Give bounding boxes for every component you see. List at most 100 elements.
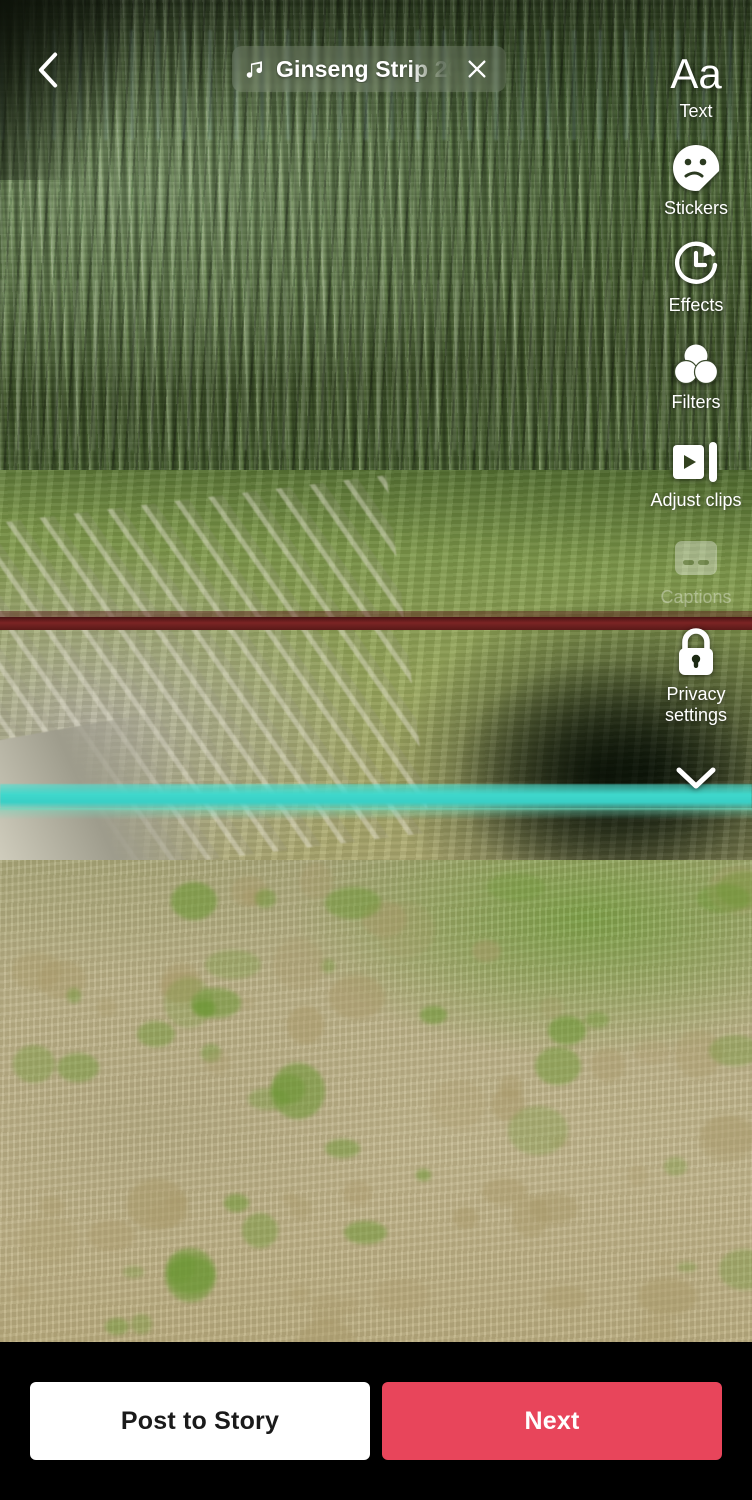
grass-tuft: [677, 1261, 697, 1272]
grass-tuft: [539, 996, 564, 1019]
grass-tuft: [286, 1005, 324, 1044]
rail-item-adjust-clips[interactable]: Adjust clips: [640, 429, 752, 510]
rail-label-text: Text: [679, 101, 713, 121]
grass-tuft: [481, 1177, 527, 1206]
grass-tuft: [718, 1249, 752, 1290]
effects-clock-icon-wrap: [671, 234, 721, 290]
music-note-icon: [246, 61, 262, 78]
grass-tuft: [663, 1157, 687, 1176]
captions-box-icon-wrap: [671, 526, 721, 582]
grass-tuft: [240, 997, 255, 1009]
grass-tuft: [471, 939, 501, 963]
grass-tuft: [415, 1168, 431, 1182]
next-button[interactable]: Next: [382, 1382, 722, 1460]
chevron-down-icon: [676, 767, 716, 789]
collapse-tools-button[interactable]: [640, 748, 752, 808]
rail-item-filters[interactable]: Filters: [640, 331, 752, 412]
grass-tuft: [205, 949, 262, 980]
sticker-smiley-icon: [673, 145, 720, 192]
grass-tuft: [655, 1258, 674, 1269]
filters-circles-icon-wrap: [671, 331, 721, 387]
privacy-lock-icon: [679, 628, 713, 675]
grass-tuft: [272, 1074, 306, 1104]
grass-tuft: [297, 1320, 357, 1342]
grass-tuft: [204, 1050, 230, 1075]
grass-tuft: [702, 1115, 752, 1153]
grass-tuft: [12, 1283, 32, 1299]
grass-tuft: [57, 1052, 100, 1083]
grass-tuft: [88, 1219, 135, 1252]
grass-tuft: [19, 1218, 79, 1262]
music-remove-button[interactable]: [462, 54, 492, 84]
grass-tuft: [289, 1285, 310, 1302]
text-aa-icon-wrap: Aa: [667, 40, 725, 96]
post-to-story-button[interactable]: Post to Story: [30, 1382, 370, 1460]
grass-tuft: [104, 1317, 130, 1336]
grass-tuft: [697, 883, 750, 913]
back-button[interactable]: [20, 44, 76, 96]
grass-tuft: [374, 1278, 429, 1313]
rail-item-captions[interactable]: Captions: [640, 526, 752, 607]
grass-tuft: [190, 987, 242, 1018]
svg-text:Aa: Aa: [670, 50, 722, 96]
text-aa-icon: Aa: [670, 50, 722, 96]
grass-tuft: [547, 1016, 586, 1046]
grass-tuft: [122, 1266, 145, 1279]
editing-tools-rail: Aa Text Stickers Effects Filters Adjust …: [640, 40, 752, 808]
grass-tuft: [241, 1212, 278, 1249]
grass-tuft: [487, 872, 545, 902]
rail-label-stickers: Stickers: [663, 198, 728, 219]
grass-tuft: [224, 1194, 250, 1212]
grass-tuft: [535, 1047, 581, 1085]
grass-tuft: [325, 1138, 360, 1158]
rail-label-captions: Captions: [660, 586, 732, 607]
rail-label-privacy-settings: Privacy settings: [664, 683, 728, 726]
grass-tuft: [328, 974, 385, 1019]
grass-tuft: [12, 1044, 55, 1083]
rail-item-privacy-settings[interactable]: Privacy settings: [640, 623, 752, 726]
grass-tuft: [97, 999, 118, 1016]
grass-tuft: [170, 881, 217, 920]
grass-tuft: [130, 1313, 152, 1335]
grass-tuft: [136, 1020, 175, 1047]
grass-tuft: [429, 1080, 486, 1129]
grass-tuft: [255, 889, 276, 909]
grass-tuft: [637, 1315, 677, 1342]
rail-item-stickers[interactable]: Stickers: [640, 137, 752, 218]
grass-tuft: [273, 937, 326, 989]
grass-tuft: [508, 1106, 569, 1155]
grass-tuft: [325, 887, 382, 919]
glitch-stripe-cyan-tail: [0, 808, 752, 820]
grass-tuft: [420, 1006, 447, 1024]
captions-box-icon: [675, 540, 717, 575]
grass-tuft: [165, 1248, 217, 1302]
rail-item-effects[interactable]: Effects: [640, 234, 752, 315]
video-frame-dry-grass: [0, 860, 752, 1342]
adjust-clips-icon-wrap: [670, 429, 722, 485]
rail-label-filters: Filters: [671, 392, 721, 413]
grass-tuft: [342, 1181, 372, 1206]
grass-tuft: [127, 1179, 187, 1231]
grass-tuft: [627, 1164, 648, 1187]
adjust-clips-icon: [673, 441, 717, 482]
privacy-lock-icon-wrap: [672, 623, 720, 679]
grass-tuft: [638, 1277, 697, 1316]
rail-item-text[interactable]: Aa Text: [640, 40, 752, 121]
rail-label-effects: Effects: [668, 295, 724, 316]
grass-tuft: [39, 1197, 65, 1215]
effects-clock-icon: [674, 241, 718, 285]
grass-tuft: [281, 1192, 298, 1205]
video-editor-screen: Ginseng Strip 2002 Aa Text: [0, 0, 752, 1500]
grass-tuft: [543, 1286, 588, 1309]
close-icon: [468, 60, 486, 78]
grass-tuft: [344, 1221, 388, 1245]
grass-tuft: [342, 1295, 359, 1314]
music-track-pill[interactable]: Ginseng Strip 2002: [232, 46, 506, 92]
music-track-title: Ginseng Strip 2002: [276, 55, 452, 82]
grass-tuft: [453, 1207, 478, 1230]
chevron-left-icon: [38, 52, 58, 88]
grass-tuft: [634, 1039, 670, 1065]
sticker-smiley-icon-wrap: [671, 137, 721, 193]
grass-tuft: [377, 901, 435, 959]
grass-tuft: [529, 1193, 578, 1225]
